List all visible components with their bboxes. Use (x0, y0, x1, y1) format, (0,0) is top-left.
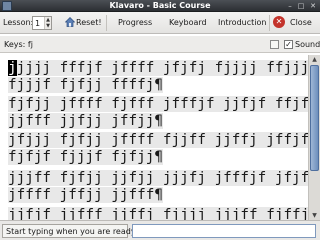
toolbar: Lesson: 1 ▲ ▼ Reset! Progress Keyboard In… (0, 12, 320, 34)
text-paragraph: jjjjj fffjf jffff jfjfj fjjjj ffjjj fjjj… (8, 60, 308, 94)
text-line: jffff jffjj jjfff¶ (8, 187, 163, 203)
text-line: fjfjj jffff fjfff jfffjf jjfjf ffjfj (8, 96, 308, 113)
title-bar: Klavaro - Basic Course – □ ✕ (0, 0, 320, 12)
spinner-arrows-icon[interactable]: ▲ ▼ (44, 17, 51, 29)
lesson-value[interactable]: 1 (35, 19, 40, 28)
scrollbar-thumb[interactable] (310, 65, 319, 171)
status-message: Start typing when you are ready. (2, 224, 137, 238)
keys-label: Keys: fj (4, 40, 33, 49)
sound-label[interactable]: Sound (295, 40, 320, 49)
toolbar-separator (269, 15, 270, 31)
close-icon[interactable]: ✕ (273, 16, 285, 28)
keys-bar: Keys: fj ✓ Sound (0, 36, 320, 53)
text-cursor: j (8, 60, 17, 76)
text-paragraph: jjjff fjfjj jjfjj jjjfj jfffjf jfjff jff… (8, 170, 308, 204)
scroll-down-icon[interactable]: ▼ (309, 211, 320, 220)
progress-button[interactable]: Progress (118, 18, 152, 27)
minimize-icon[interactable]: – (286, 2, 294, 10)
text-paragraph: fjfjj jffff fjfff jfffjf jjfjf ffjfj jjf… (8, 96, 308, 130)
text-paragraph: jfjjj fjfjj jffff fjjff jjffj jffjf fjfj… (8, 132, 308, 166)
text-line: jjfff jjfjj jffjj¶ (8, 113, 163, 129)
keyboard-button[interactable]: Keyboard (169, 18, 207, 27)
text-line: jfjjj fjfjj jffff fjjff jjffj jffjf (8, 132, 308, 148)
introduction-button[interactable]: Introduction (218, 18, 266, 27)
lesson-spinner[interactable]: 1 ▲ ▼ (32, 16, 52, 30)
typing-input[interactable] (132, 224, 316, 238)
text-line: jjjff fjfjj jjfjj jjjfj jfffjf jfjff (8, 170, 308, 187)
home-icon[interactable] (65, 17, 75, 27)
tool-icon[interactable] (270, 40, 279, 49)
window-title: Klavaro - Basic Course (109, 1, 211, 10)
text-line: fjjjf fjfjj ffffj¶ (8, 77, 163, 93)
toolbar-separator (106, 15, 107, 31)
lesson-label: Lesson: (3, 18, 34, 27)
text-line: jjfjf jjfff jjffj fjjjj jjjff fjffj (8, 207, 308, 220)
maximize-icon[interactable]: □ (297, 2, 305, 10)
close-button[interactable]: Close (290, 18, 312, 27)
text-line: fjfjf fjjjf fjfjj¶ (8, 149, 163, 165)
reset-button[interactable]: Reset! (76, 18, 102, 27)
status-bar: Start typing when you are ready. (0, 220, 320, 240)
text-line: jjjjj fffjf jffff jfjfj fjjjj ffjjj (8, 60, 308, 76)
text-paragraph: jjfjf jjfff jjffj fjjjj jjjff fjffj (8, 207, 308, 220)
vertical-scrollbar[interactable]: ▲ ▼ (308, 55, 320, 220)
window-close-icon[interactable]: ✕ (309, 2, 317, 10)
lesson-text-area: jjjjj fffjf jffff jfjfj fjjjj ffjjj fjjj… (2, 55, 308, 220)
scroll-up-icon[interactable]: ▲ (309, 55, 320, 64)
sound-checkbox[interactable]: ✓ (284, 40, 293, 49)
